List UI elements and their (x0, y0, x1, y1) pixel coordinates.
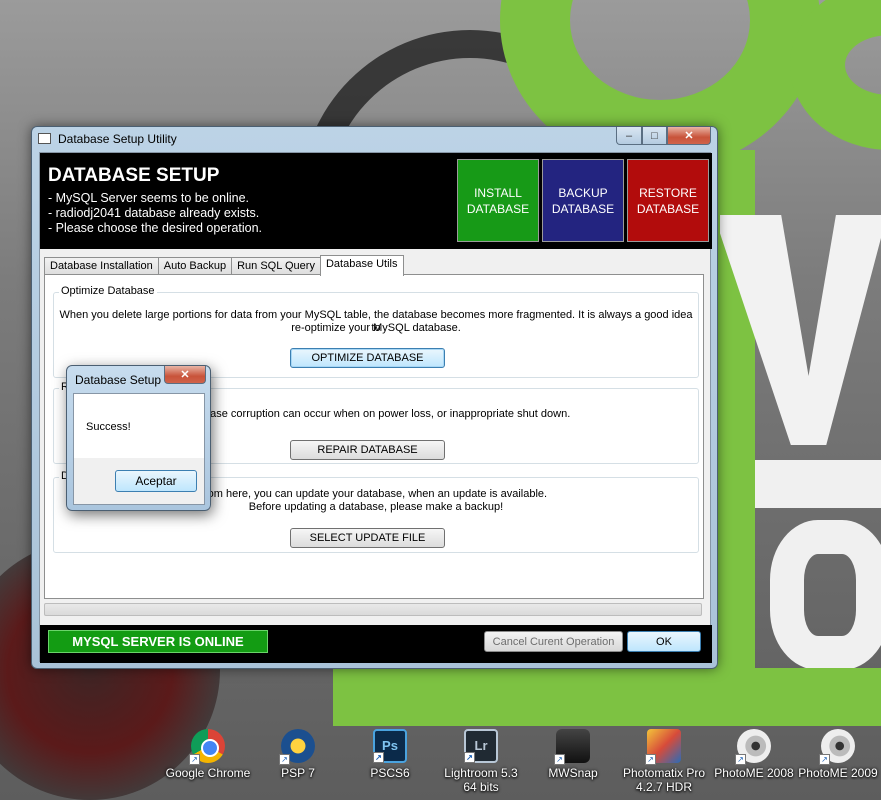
header-status-line-1: - MySQL Server seems to be online. (48, 191, 250, 205)
repair-database-button[interactable]: REPAIR DATABASE (290, 440, 445, 460)
tab-database-utils[interactable]: Database Utils (319, 255, 404, 276)
photome-icon: ↗ (735, 729, 771, 765)
close-icon: ✕ (684, 130, 694, 142)
dialog-body: Success! Aceptar (73, 393, 205, 505)
success-dialog: Database Setup ✕ Success! Aceptar (66, 365, 211, 511)
window-title: Database Setup Utility (58, 132, 177, 146)
header-title: DATABASE SETUP (48, 165, 220, 186)
minimize-button[interactable]: – (616, 127, 642, 145)
install-database-label: INSTALL DATABASE (466, 185, 530, 216)
setup-header: DATABASE SETUP - MySQL Server seems to b… (40, 153, 712, 249)
desktop-icon-mwsnap[interactable]: ↗ MWSnap (530, 727, 616, 780)
dialog-accept-button[interactable]: Aceptar (115, 470, 197, 492)
header-status-line-3: - Please choose the desired operation. (48, 221, 263, 235)
desktop-icon-label: PhotoME 2008 (714, 766, 794, 780)
lightroom-icon: Lr ↗ (464, 729, 498, 763)
psp-icon: ↗ (279, 729, 315, 765)
photoshop-glyph: Ps (382, 738, 398, 753)
dialog-message-area: Success! (74, 394, 204, 458)
restore-database-label: RESTORE DATABASE (636, 185, 700, 216)
maximize-button[interactable]: □ (642, 127, 667, 145)
select-update-file-button[interactable]: SELECT UPDATE FILE (290, 528, 445, 548)
dialog-close-button[interactable]: ✕ (164, 366, 206, 384)
desktop-icon-photome-2008[interactable]: ↗ PhotoME 2008 (711, 727, 797, 780)
desktop-icon-lightroom[interactable]: Lr ↗ Lightroom 5.3 64 bits (438, 727, 524, 794)
dialog-message: Success! (86, 421, 131, 433)
operation-progress-bar (44, 603, 702, 616)
desktop-icon-label: Photomatix Pro 4.2.7 HDR (622, 766, 706, 794)
header-status-line-2: - radiodj2041 database already exists. (48, 206, 260, 220)
minimize-icon: – (625, 129, 633, 142)
desktop-icon-label: PhotoME 2009 (798, 766, 878, 780)
desktop-icon-photomatix[interactable]: ↗ Photomatix Pro 4.2.7 HDR (621, 727, 707, 794)
backup-database-button[interactable]: BACKUP DATABASE (542, 159, 624, 242)
desktop-icon-psp7[interactable]: ↗ PSP 7 (255, 727, 341, 780)
install-database-button[interactable]: INSTALL DATABASE (457, 159, 539, 242)
status-footer: MYSQL SERVER IS ONLINE Cancel Curent Ope… (40, 625, 712, 663)
caption-buttons: – □ ✕ (616, 127, 711, 145)
dialog-title: Database Setup (75, 373, 162, 387)
chrome-icon: ↗ (189, 729, 225, 765)
cancel-operation-button[interactable]: Cancel Curent Operation (484, 631, 623, 652)
backup-database-label: BACKUP DATABASE (551, 185, 615, 216)
optimize-description-line-2: re-optimize your MySQL database. (291, 322, 461, 334)
desktop-icon-label: Google Chrome (165, 766, 251, 780)
wallpaper-green-ring-right (790, 0, 881, 150)
wallpaper-green-bar (333, 668, 881, 726)
wallpaper-white-bar (755, 460, 881, 508)
repair-description: base corruption can occur when on power … (204, 408, 571, 420)
desktop-icon-label: MWSnap (548, 766, 598, 780)
tab-strip: Database Installation Auto Backup Run SQ… (44, 255, 404, 276)
close-button[interactable]: ✕ (667, 127, 711, 145)
photome-icon: ↗ (819, 729, 855, 765)
restore-database-button[interactable]: RESTORE DATABASE (627, 159, 709, 242)
desktop-icon-google-chrome[interactable]: ↗ Google Chrome (165, 727, 251, 780)
dialog-close-icon: ✕ (180, 369, 190, 381)
desktop-icon-label: Lightroom 5.3 64 bits (444, 766, 518, 794)
optimize-group-title: Optimize Database (59, 285, 157, 297)
window-app-icon (38, 133, 51, 144)
mwsnap-icon: ↗ (554, 729, 590, 765)
desktop-icon-photome-2009[interactable]: ↗ PhotoME 2009 (795, 727, 881, 780)
maximize-icon: □ (651, 129, 658, 142)
mysql-status-indicator: MYSQL SERVER IS ONLINE (48, 630, 268, 653)
photoshop-icon: Ps ↗ (373, 729, 407, 763)
desktop-icon-label: PSP 7 (281, 766, 315, 780)
lightroom-glyph: Lr (474, 738, 488, 753)
photomatix-icon: ↗ (645, 729, 681, 765)
wallpaper-white-shape (770, 520, 881, 670)
desktop-icon-pscs6[interactable]: Ps ↗ PSCS6 (347, 727, 433, 780)
optimize-database-button[interactable]: OPTIMIZE DATABASE (290, 348, 445, 368)
ok-button[interactable]: OK (627, 631, 701, 652)
window-titlebar[interactable]: Database Setup Utility – □ ✕ (32, 127, 717, 151)
update-description-line-1: rom here, you can update your database, … (204, 488, 548, 500)
desktop-icon-label: PSCS6 (370, 766, 410, 780)
